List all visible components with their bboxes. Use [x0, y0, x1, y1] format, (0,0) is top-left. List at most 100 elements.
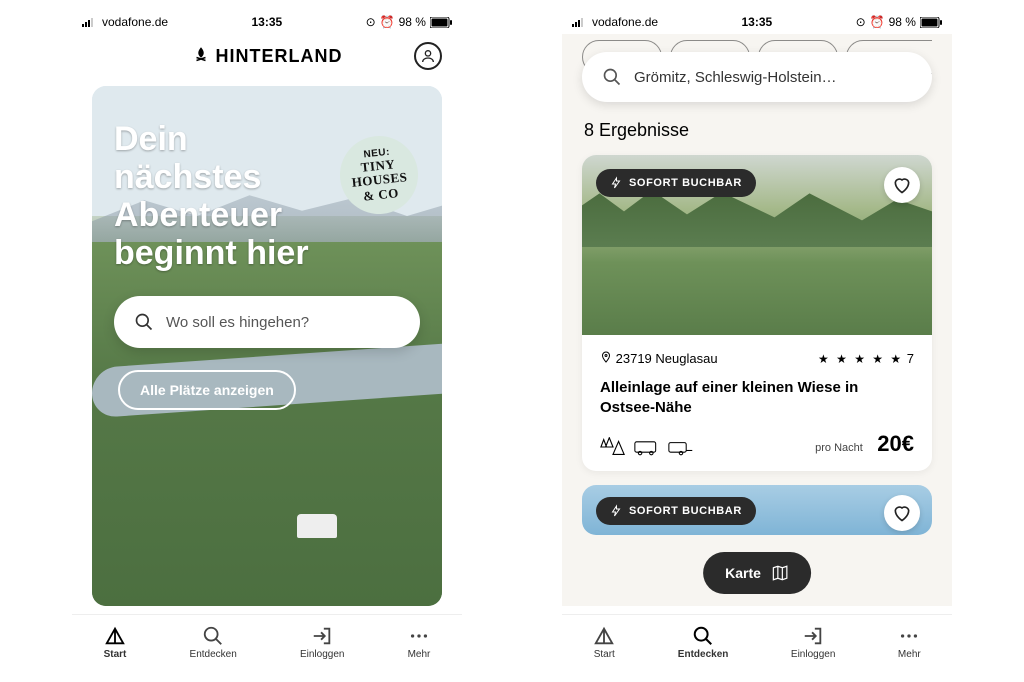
search-icon [692, 625, 714, 647]
heart-icon [892, 503, 912, 523]
nav-einloggen[interactable]: Einloggen [300, 625, 344, 660]
status-right: ⊙ ⏰ 98 % [366, 15, 452, 29]
bolt-icon [610, 504, 622, 518]
star-icons: ★ ★ ★ ★ ★ [818, 352, 903, 366]
nav-mehr[interactable]: Mehr [898, 625, 921, 660]
card-body: 23719 Neuglasau ★ ★ ★ ★ ★ 7 Alleinlage a… [582, 335, 932, 471]
nav-label-einloggen: Einloggen [791, 649, 835, 660]
user-icon [420, 48, 436, 64]
favorite-button[interactable] [884, 167, 920, 203]
tent-icon [104, 625, 126, 647]
nav-start[interactable]: Start [104, 625, 127, 660]
battery-icon [430, 17, 452, 28]
nav-label-start: Start [594, 649, 615, 660]
login-icon [311, 625, 333, 647]
nav-label-einloggen: Einloggen [300, 649, 344, 660]
heart-icon [892, 175, 912, 195]
nav-entdecken[interactable]: Entdecken [678, 625, 729, 660]
phone-results: vodafone.de 13:35 ⊙ ⏰ 98 % Grömitz, Schl… [562, 10, 952, 670]
search-icon [602, 67, 622, 87]
search-icon [134, 312, 154, 332]
app-header: HINTERLAND [72, 34, 462, 78]
nav-einloggen[interactable]: Einloggen [791, 625, 835, 660]
card-meta: 23719 Neuglasau ★ ★ ★ ★ ★ 7 [600, 351, 914, 366]
location-text: 23719 Neuglasau [616, 351, 718, 366]
battery-icon [920, 17, 942, 28]
status-time: 13:35 [741, 15, 772, 29]
result-card[interactable]: SOFORT BUCHBAR [582, 485, 932, 535]
profile-button[interactable] [414, 42, 442, 70]
map-button-label: Karte [725, 565, 761, 581]
status-left: vodafone.de [82, 15, 168, 29]
card-rating: ★ ★ ★ ★ ★ 7 [818, 351, 914, 366]
search-placeholder: Wo soll es hingehen? [166, 314, 309, 331]
bottom-nav: Start Entdecken Einloggen Mehr [562, 614, 952, 670]
tiny-badge-line3: & CO [363, 186, 400, 204]
carrier-label: vodafone.de [592, 15, 658, 29]
bolt-icon [610, 176, 622, 190]
price-label: pro Nacht [815, 442, 863, 454]
caravan-icon [668, 437, 694, 457]
all-places-button[interactable]: Alle Plätze anzeigen [118, 370, 296, 410]
hero: Dein nächstes Abenteuer beginnt hier NEU… [92, 86, 442, 606]
battery-label: 98 % [399, 15, 426, 29]
search-input[interactable]: Grömitz, Schleswig-Holstein… [582, 52, 932, 102]
price-block: pro Nacht 20€ [815, 431, 914, 457]
instant-book-badge: SOFORT BUCHBAR [596, 497, 756, 525]
nav-label-mehr: Mehr [898, 649, 921, 660]
price-value: 20€ [877, 431, 914, 456]
search-icon [202, 625, 224, 647]
card-title: Alleinlage auf einer kleinen Wiese in Os… [600, 378, 914, 417]
nav-label-start: Start [104, 649, 127, 660]
badge-label: SOFORT BUCHBAR [629, 505, 742, 517]
more-icon [898, 625, 920, 647]
card-footer: pro Nacht 20€ [600, 431, 914, 457]
status-left: vodafone.de [572, 15, 658, 29]
orientation-lock-icon: ⊙ [856, 15, 866, 29]
nav-entdecken[interactable]: Entdecken [190, 625, 237, 660]
campfire-icon [192, 47, 210, 65]
signal-icon [572, 17, 588, 27]
nav-label-entdecken: Entdecken [678, 649, 729, 660]
search-input[interactable]: Wo soll es hingehen? [114, 296, 420, 348]
more-icon [408, 625, 430, 647]
campervan-icon [634, 437, 660, 457]
search-value: Grömitz, Schleswig-Holstein… [634, 69, 837, 86]
login-icon [802, 625, 824, 647]
tiny-houses-badge[interactable]: NEU: TINY HOUSES & CO [336, 132, 422, 218]
nav-mehr[interactable]: Mehr [408, 625, 431, 660]
orientation-lock-icon: ⊙ [366, 15, 376, 29]
hero-title: Dein nächstes Abenteuer beginnt hier [114, 120, 344, 272]
favorite-button[interactable] [884, 495, 920, 531]
phone-home: vodafone.de 13:35 ⊙ ⏰ 98 % HINTERLAND De… [72, 10, 462, 670]
map-icon [771, 564, 789, 582]
tent-trees-icon [600, 437, 626, 457]
badge-label: SOFORT BUCHBAR [629, 177, 742, 189]
nav-label-entdecken: Entdecken [190, 649, 237, 660]
pin-icon [600, 351, 612, 363]
result-card[interactable]: SOFORT BUCHBAR 23719 Neuglasau ★ ★ ★ ★ ★… [582, 155, 932, 471]
carrier-label: vodafone.de [102, 15, 168, 29]
bottom-nav: Start Entdecken Einloggen Mehr [72, 614, 462, 670]
brand-label: HINTERLAND [216, 46, 343, 67]
nav-label-mehr: Mehr [408, 649, 431, 660]
map-toggle-button[interactable]: Karte [703, 552, 811, 594]
status-bar: vodafone.de 13:35 ⊙ ⏰ 98 % [72, 10, 462, 34]
results-count: 8 Ergebnisse [584, 120, 930, 141]
tent-icon [593, 625, 615, 647]
alarm-icon: ⏰ [380, 15, 395, 29]
results-content: Grömitz, Schleswig-Holstein… 8 Ergebniss… [562, 34, 952, 606]
type-icons [600, 437, 694, 457]
brand[interactable]: HINTERLAND [192, 46, 343, 67]
rating-count: 7 [907, 351, 914, 366]
status-right: ⊙ ⏰ 98 % [856, 15, 942, 29]
card-image: SOFORT BUCHBAR [582, 155, 932, 335]
status-time: 13:35 [251, 15, 282, 29]
status-bar: vodafone.de 13:35 ⊙ ⏰ 98 % [562, 10, 952, 34]
card-location: 23719 Neuglasau [600, 351, 718, 366]
nav-start[interactable]: Start [593, 625, 615, 660]
alarm-icon: ⏰ [870, 15, 885, 29]
all-places-label: Alle Plätze anzeigen [140, 382, 274, 398]
hero-overlay: Dein nächstes Abenteuer beginnt hier NEU… [92, 86, 442, 606]
signal-icon [82, 17, 98, 27]
